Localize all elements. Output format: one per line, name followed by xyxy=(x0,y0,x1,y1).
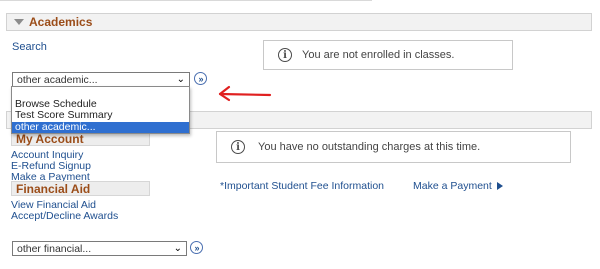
enrollment-message: You are not enrolled in classes. xyxy=(302,49,455,61)
financial-aid-header: Financial Aid xyxy=(11,181,150,196)
academics-title: Academics xyxy=(29,15,93,29)
double-chevron-right-icon: » xyxy=(198,73,203,84)
make-a-payment-link[interactable]: Make a Payment xyxy=(413,180,503,192)
dropdown-option-test-score-summary[interactable]: Test Score Summary xyxy=(12,109,189,122)
search-link[interactable]: Search xyxy=(12,41,47,53)
dropdown-option-other-academic[interactable]: other academic... xyxy=(12,121,189,133)
fee-info-link[interactable]: *Important Student Fee Information xyxy=(220,180,384,192)
view-financial-aid-link[interactable]: View Financial Aid xyxy=(11,200,96,211)
top-divider xyxy=(0,0,372,1)
info-icon: i xyxy=(231,140,245,154)
account-inquiry-link[interactable]: Account Inquiry xyxy=(11,150,83,161)
play-arrow-icon xyxy=(496,182,503,191)
chevron-down-icon: ⌄ xyxy=(176,74,185,85)
financial-go-button[interactable]: » xyxy=(190,241,203,254)
academic-select-value: other academic... xyxy=(17,73,98,86)
make-a-payment-label: Make a Payment xyxy=(413,180,492,192)
financial-aid-title: Financial Aid xyxy=(16,181,91,196)
academic-dropdown-list: Browse Schedule Test Score Summary other… xyxy=(11,86,190,134)
red-arrow-left-icon xyxy=(218,85,272,102)
charges-message: You have no outstanding charges at this … xyxy=(258,141,481,153)
collapse-triangle-icon[interactable] xyxy=(14,19,24,25)
accept-decline-awards-link[interactable]: Accept/Decline Awards xyxy=(11,211,118,222)
financial-select[interactable]: other financial... ⌄ xyxy=(12,241,187,256)
enrollment-info-box: i You are not enrolled in classes. xyxy=(263,40,513,70)
chevron-down-icon: ⌄ xyxy=(173,243,182,254)
academics-section-header[interactable]: Academics xyxy=(6,13,592,31)
dropdown-option-blank[interactable] xyxy=(12,87,189,99)
info-icon: i xyxy=(278,48,292,62)
academic-select[interactable]: other academic... ⌄ xyxy=(12,72,190,87)
double-chevron-right-icon: » xyxy=(194,242,199,253)
e-refund-signup-link[interactable]: E-Refund Signup xyxy=(11,161,91,172)
academic-go-button[interactable]: » xyxy=(194,72,207,85)
charges-info-box: i You have no outstanding charges at thi… xyxy=(216,131,571,163)
financial-select-value: other financial... xyxy=(17,242,92,255)
